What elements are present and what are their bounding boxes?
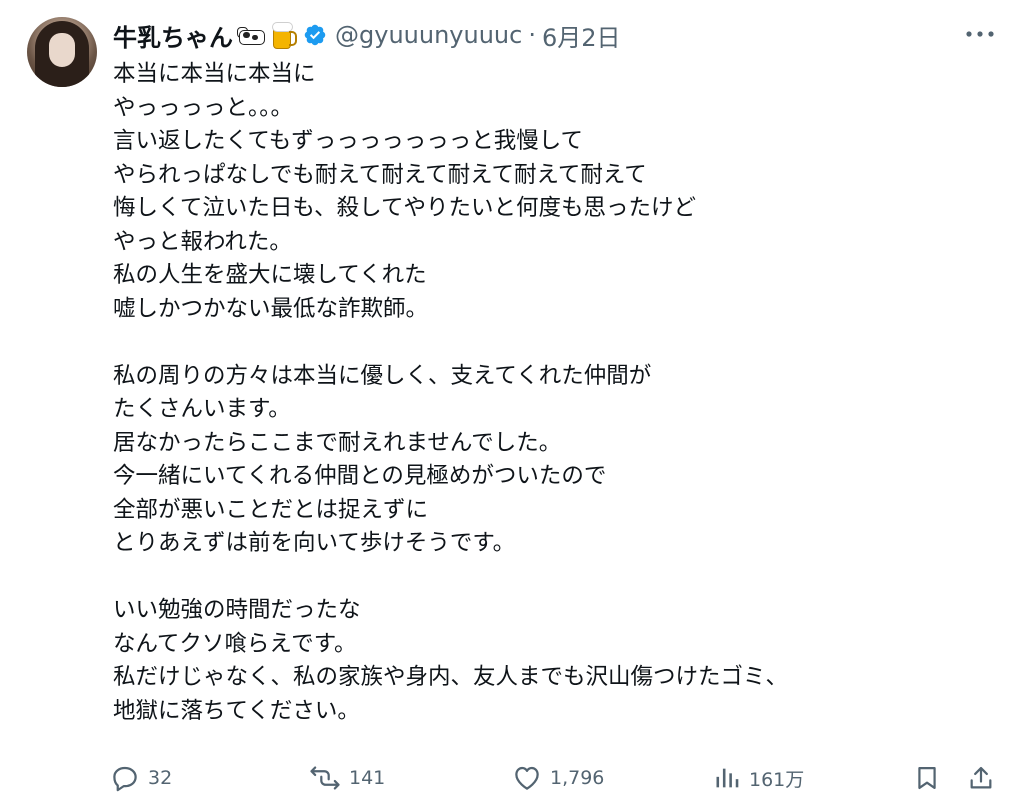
view-count: 161万	[749, 768, 805, 791]
like-button[interactable]: 1,796	[512, 758, 604, 798]
display-name[interactable]: 牛乳ちゃん	[113, 18, 233, 53]
tweet-line: いい勉強の時間だったな	[113, 597, 361, 623]
tweet-line: 私の人生を盛大に壊してくれた	[113, 262, 427, 288]
bookmark-icon	[918, 766, 936, 790]
verified-badge-icon[interactable]	[303, 23, 327, 47]
avatar[interactable]	[27, 17, 97, 87]
share-button[interactable]	[967, 758, 995, 798]
more-options-icon[interactable]	[963, 22, 997, 46]
separator-dot: ·	[528, 21, 536, 49]
tweet-line: やられっぱなしでも耐えて耐えて耐えて耐えて耐えて	[113, 161, 647, 188]
tweet-line: 私だけじゃなく、私の家族や身内、友人までも沢山傷つけたゴミ、	[113, 664, 789, 690]
tweet-actions-bar: 32 141 1,796 161万	[110, 758, 1000, 798]
bookmark-button[interactable]	[913, 758, 941, 798]
tweet-line: 嘘しかつかない最低な詐欺師。	[113, 295, 429, 322]
tweet-line: たくさんいます。	[113, 396, 291, 422]
tweet-line: やっっっっと。。。	[113, 94, 294, 121]
reply-count: 32	[148, 767, 173, 789]
views-button[interactable]: 161万	[713, 758, 804, 798]
like-count: 1,796	[550, 767, 605, 789]
post-date[interactable]: 6月2日	[542, 18, 621, 53]
retweet-button[interactable]: 141	[309, 758, 385, 798]
retweet-count: 141	[349, 767, 386, 789]
retweet-icon	[310, 766, 340, 790]
tweet-line: 居なかったらここまで耐えれませんでした。	[113, 429, 562, 456]
tweet-line: とりあえずは前を向いて歩けそうです。	[113, 530, 516, 556]
tweet-line: 悔しくて泣いた日も、殺してやりたいと何度も思ったけど	[113, 195, 696, 221]
tweet-line: 本当に本当に本当に	[113, 61, 316, 87]
tweet-line: なんてクソ喰らえです。	[113, 630, 357, 657]
share-icon	[970, 766, 992, 789]
tweet-line: 言い返したくてもずっっっっっっっと我慢して	[113, 128, 584, 154]
tweet-line: 地獄に落ちてください。	[113, 697, 360, 724]
tweet-text: 本当に本当に本当に やっっっっと。。。 言い返したくてもずっっっっっっっと我慢し…	[113, 58, 993, 728]
avatar-face	[49, 33, 75, 67]
tweet-line: 全部が悪いことだとは捉えずに	[113, 496, 429, 523]
cow-icon	[237, 24, 267, 46]
tweet-line: 今一緒にいてくれる仲間との見極めがついたので	[113, 463, 607, 489]
user-handle[interactable]: @gyuuunyuuuc	[335, 21, 522, 49]
reply-button[interactable]: 32	[110, 758, 172, 798]
tweet-card: 牛乳ちゃん @gyuuunyuuuc · 6月2日 本当に本当に本当に やっっっ…	[0, 0, 1024, 809]
tweet-line: やっと報われた。	[113, 228, 292, 255]
heart-icon	[515, 766, 539, 790]
tweet-line: 私の周りの方々は本当に優しく、支えてくれた仲間が	[113, 362, 652, 389]
tweet-header: 牛乳ちゃん @gyuuunyuuuc · 6月2日	[113, 17, 621, 53]
reply-icon	[113, 766, 137, 792]
beer-mug-icon	[271, 21, 297, 49]
views-bar-chart-icon	[716, 768, 739, 788]
